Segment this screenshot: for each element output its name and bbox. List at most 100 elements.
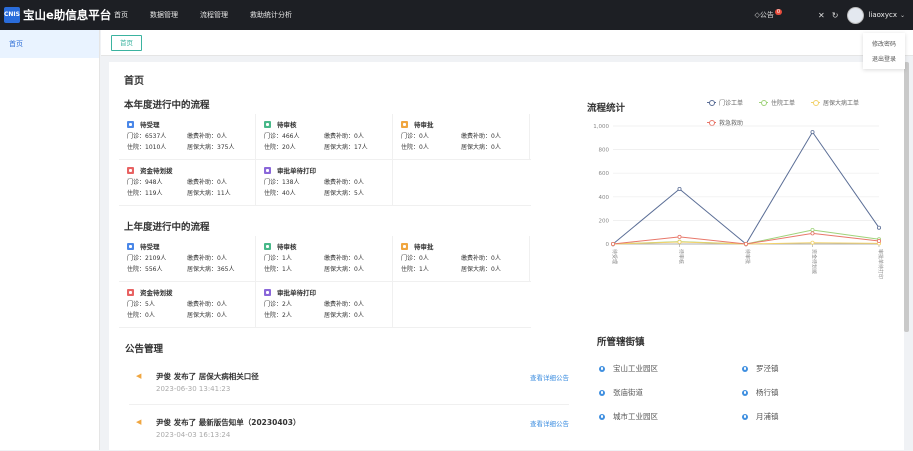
data-point (876, 239, 881, 244)
view-announcement-link[interactable]: 查看详细公告 (530, 418, 569, 428)
announcement-time: 2023-04-03 16:13:24 (156, 431, 231, 439)
town-name: 杨行镇 (756, 388, 779, 397)
flow-card[interactable]: 待审批 门诊：0人 缴费补助：0人 住院：1人 居保大病：0人 (393, 236, 530, 281)
card-serious: 居保大病：0人 (324, 266, 364, 273)
last-year-title: 上年度进行中的流程 (124, 222, 210, 233)
data-point (810, 240, 815, 245)
card-title: 待审批 (414, 243, 434, 251)
flow-card[interactable]: 待受理 门诊：2109人 缴费补助：0人 住院：556人 居保大病：365人 (119, 236, 256, 281)
pending-approval-icon (401, 120, 408, 128)
town-item[interactable]: 罗泾镇 (742, 363, 779, 374)
username[interactable]: liaoxycx (868, 11, 897, 19)
card-serious: 居保大病：0人 (461, 266, 501, 273)
card-inpatient: 住院：1010人 (127, 144, 167, 151)
card-inpatient: 住院：0人 (401, 144, 429, 151)
flow-card[interactable]: 资金待划拨 门诊：948人 缴费补助：0人 住院：119人 居保大病：11人 (119, 160, 256, 205)
scrollbar[interactable] (904, 62, 909, 332)
card-serious: 居保大病：375人 (187, 144, 235, 151)
legend-item[interactable]: 门诊工单 (707, 98, 743, 107)
print-icon (264, 288, 271, 296)
card-subsidy: 缴费补助：0人 (187, 301, 227, 308)
town-item[interactable]: 张庙街道 (599, 387, 643, 398)
card-subsidy: 缴费补助：0人 (324, 301, 364, 308)
x-tick-label: 待审批 (744, 249, 751, 264)
location-icon (599, 365, 605, 372)
town-item[interactable]: 杨行镇 (742, 387, 779, 398)
card-clinic: 门诊：2人 (264, 301, 292, 308)
flow-card[interactable]: 审批单待打印 门诊：138人 缴费补助：0人 住院：40人 居保大病：5人 (256, 160, 393, 205)
notice-badge: 0 (774, 9, 783, 15)
flow-card[interactable]: 审批单待打印 门诊：2人 缴费补助：0人 住院：2人 居保大病：0人 (256, 282, 393, 327)
pending-review-icon (264, 120, 271, 128)
town-name: 张庙街道 (613, 388, 643, 397)
data-point (610, 242, 615, 247)
announcement-item: ◀ 尹俊 发布了 居保大病相关口径 2023-06-30 13:41:23 查看… (129, 363, 569, 405)
town-title: 所管辖街镇 (597, 337, 645, 348)
card-serious: 居保大病：5人 (324, 190, 364, 197)
town-item[interactable]: 月浦镇 (742, 411, 779, 422)
flow-card[interactable]: 待审核 门诊：1人 缴费补助：0人 住院：1人 居保大病：0人 (256, 236, 393, 281)
avatar[interactable] (847, 6, 865, 24)
pending-review-icon (264, 242, 271, 250)
last-year-flows: 待受理 门诊：2109人 缴费补助：0人 住院：556人 居保大病：365人 待审核… (119, 236, 531, 328)
fullscreen-icon[interactable]: ✕ (818, 11, 825, 20)
chevron-down-icon[interactable]: ⌄ (900, 12, 905, 19)
card-title: 待审批 (414, 121, 434, 129)
town-item[interactable]: 城市工业园区 (599, 411, 658, 422)
notice-label: 公告 (759, 11, 774, 19)
flow-card[interactable]: 资金待划拨 门诊：5人 缴费补助：0人 住院：0人 居保大病：0人 (119, 282, 256, 327)
card-subsidy: 缴费补助：0人 (324, 255, 364, 262)
flow-card[interactable]: 待受理 门诊：6537人 缴费补助：0人 住院：1010人 居保大病：375人 (119, 114, 256, 159)
tab-bar: 首页 (101, 30, 913, 56)
flow-card[interactable]: 待审批 门诊：0人 缴费补助：0人 住院：0人 居保大病：0人 (393, 114, 530, 159)
main-content: 首页 本年度进行中的流程 待受理 门诊：6537人 缴费补助：0人 住院：1010… (109, 62, 904, 451)
announcement-title: 公告管理 (125, 344, 164, 355)
funds-transfer-icon (127, 166, 134, 174)
card-serious: 居保大病：0人 (461, 144, 501, 151)
card-clinic: 门诊：948人 (127, 179, 163, 186)
x-tick-label: 待审核 (678, 249, 685, 264)
location-icon (742, 389, 748, 396)
sidebar-item-home[interactable]: 首页 (0, 30, 99, 58)
card-serious: 居保大病：11人 (187, 190, 231, 197)
refresh-icon[interactable]: ↻ (832, 11, 839, 20)
card-clinic: 门诊：0人 (401, 255, 429, 262)
announcement-headline: 尹俊 发布了 居保大病相关口径 (156, 372, 259, 381)
data-point (876, 225, 881, 230)
nav-item-flow[interactable]: 流程管理 (200, 10, 228, 20)
view-announcement-link[interactable]: 查看详细公告 (530, 372, 569, 382)
header-tools: ◇ 公告 0 ✕ ↻ liaoxycx ⌄ (754, 0, 905, 30)
notice-button[interactable]: ◇ 公告 0 (754, 9, 783, 20)
card-title: 审批单待打印 (277, 167, 316, 175)
card-subsidy: 缴费补助：0人 (187, 179, 227, 186)
change-password-item[interactable]: 修改密码 (863, 37, 905, 52)
card-title: 待受理 (140, 243, 160, 251)
announcement-headline: 尹俊 发布了 最新版告知单（20230403） (156, 418, 301, 427)
card-serious: 居保大病：365人 (187, 266, 235, 273)
data-point (743, 242, 748, 247)
nav-item-data[interactable]: 数据管理 (150, 10, 178, 20)
flow-card[interactable]: 待审核 门诊：466人 缴费补助：0人 住院：20人 居保大病：17人 (256, 114, 393, 159)
tab-home[interactable]: 首页 (111, 35, 142, 51)
nav-item-stats[interactable]: 救助统计分析 (250, 10, 292, 20)
card-subsidy: 缴费补助：0人 (461, 255, 501, 262)
card-serious: 居保大病：0人 (324, 312, 364, 319)
print-icon (264, 166, 271, 174)
legend-item[interactable]: 住院工单 (759, 98, 795, 107)
logout-item[interactable]: 退出登录 (863, 52, 905, 67)
pending-accept-icon (127, 242, 134, 250)
nav-item-home[interactable]: 首页 (114, 10, 128, 20)
card-inpatient: 住院：40人 (264, 190, 296, 197)
megaphone-icon: ◀ (136, 418, 142, 426)
town-item[interactable]: 宝山工业园区 (599, 363, 658, 374)
megaphone-icon: ◀ (136, 372, 142, 380)
data-point (677, 187, 682, 192)
data-point (810, 227, 815, 232)
legend-label: 门诊工单 (719, 100, 744, 107)
card-title: 待受理 (140, 121, 160, 129)
app-logo[interactable]: CNIS 宝山e助信息平台 (4, 7, 111, 23)
legend-item[interactable]: 居保大病工单 (811, 98, 859, 107)
pending-approval-icon (401, 242, 408, 250)
data-point (677, 239, 682, 244)
legend-label: 居保大病工单 (823, 100, 860, 107)
